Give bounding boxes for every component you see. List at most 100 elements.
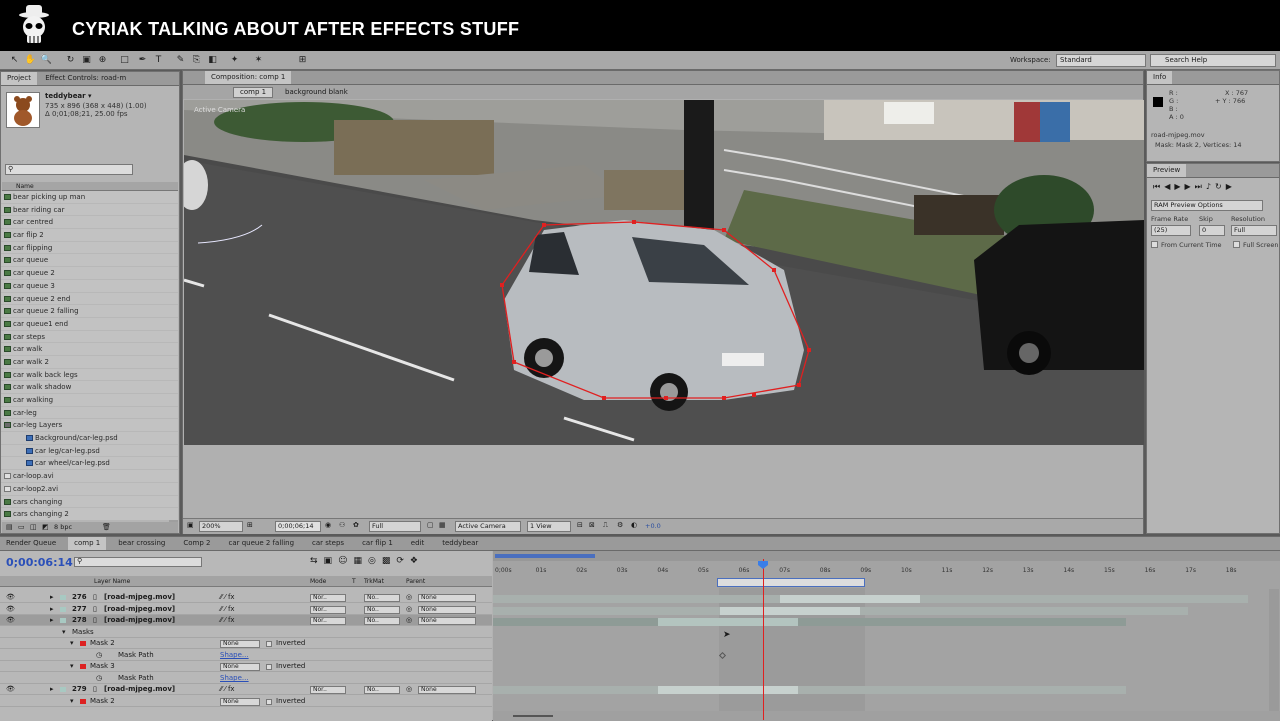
preview-resolution-select[interactable]: Full [1231,225,1277,236]
work-area-range[interactable] [495,554,595,558]
layer-bar-276-highlight[interactable] [780,595,920,603]
label-color-icon[interactable] [60,618,66,623]
expand-triangle-icon[interactable]: ▾ [62,627,66,638]
interpret-footage-icon[interactable]: ▤ [6,523,13,531]
rotate-tool-icon[interactable]: ↻ [64,54,77,67]
project-item[interactable]: car steps [1,331,178,344]
inverted-checkbox[interactable] [266,641,272,647]
timeline-tab[interactable]: teddybear [436,537,484,550]
expand-triangle-icon[interactable]: ▸ [50,592,54,603]
project-item[interactable]: bear riding car [1,204,178,217]
project-item[interactable]: car queue 2 end [1,293,178,306]
breadcrumb-comp-1[interactable]: comp 1 [233,87,274,98]
project-item[interactable]: car-loop.avi [1,470,178,483]
mask-row[interactable]: ▾ Mask 2 None Inverted [0,638,492,650]
first-frame-icon[interactable]: ⏮ [1153,182,1164,191]
project-item[interactable]: car queue1 end [1,318,178,331]
col-t[interactable]: T [352,576,356,587]
mask-tool-icon[interactable]: □ [118,54,131,67]
snapping-icon[interactable]: ⊞ [296,54,309,67]
pan-behind-tool-icon[interactable]: ⊕ [96,54,109,67]
project-item[interactable]: cars changing 2 [1,508,178,520]
layer-switches[interactable]: ⁄⁄ ⁄ fx [220,592,235,603]
col-layer-name[interactable]: Layer Name [94,576,130,587]
camera-select[interactable]: Active Camera [455,521,521,532]
fast-previews-icon[interactable]: ⊠ [589,521,595,529]
stopwatch-icon[interactable]: ◷ [96,650,102,661]
expand-triangle-icon[interactable]: ▸ [50,615,54,626]
layer-row[interactable]: 👁 ▸ 277 ▯ [road-mjpeg.mov] ⁄⁄ ⁄ fx Nor.. No.. ◎ N… [0,604,492,616]
track-matte-select[interactable]: No.. [364,593,400,602]
mask-row[interactable]: ▾ Mask 2 None Inverted [0,696,492,708]
timeline-tab[interactable]: car flip 1 [356,537,399,550]
safe-zones-icon[interactable]: ⊞ [247,521,253,529]
inverted-checkbox[interactable] [266,664,272,670]
motion-blur-icon[interactable]: ◎ [368,556,382,566]
expand-triangle-icon[interactable]: ▸ [50,604,54,615]
tab-effect-controls[interactable]: Effect Controls: road-m [39,72,132,85]
parent-select[interactable]: None [418,605,476,614]
project-item[interactable]: car-leg Layers [1,419,178,433]
previous-frame-icon[interactable]: ◀ [1164,182,1174,191]
timeline-tab[interactable]: edit [405,537,430,550]
layer-bar-278-highlight[interactable] [658,618,798,626]
project-item[interactable]: car walk back legs [1,369,178,382]
layer-name[interactable]: [road-mjpeg.mov] [104,615,175,626]
mute-icon[interactable]: ♪ [1206,182,1215,191]
col-parent[interactable]: Parent [406,576,425,587]
layer-name[interactable]: [road-mjpeg.mov] [104,684,175,695]
project-item[interactable]: car queue 2 falling [1,305,178,318]
trash-icon[interactable]: 🗑 [102,523,111,531]
col-trkmat[interactable]: TrkMat [364,576,384,587]
mask-shape-link[interactable]: Shape... [220,673,249,684]
puppet-tool-icon[interactable]: ✶ [252,54,265,67]
tab-preview[interactable]: Preview [1147,164,1187,177]
timeline-tab[interactable]: Comp 2 [177,537,216,550]
camera-tool-icon[interactable]: ▣ [80,54,93,67]
comp-mini-flowchart-icon[interactable]: ⇆ [310,556,324,566]
expand-triangle-icon[interactable]: ▾ [70,661,74,672]
stopwatch-icon[interactable]: ◷ [96,673,102,684]
mask-mode-select[interactable]: None [220,662,260,671]
parent-select[interactable]: None [418,685,476,694]
ram-preview-options-select[interactable]: RAM Preview Options [1151,200,1263,211]
tab-info[interactable]: Info [1147,71,1173,84]
clone-tool-icon[interactable]: ⎘ [190,54,203,67]
brush-tool-icon[interactable]: ✎ [174,54,187,67]
blend-mode-select[interactable]: Nor.. [310,685,346,694]
project-item[interactable]: car walk 2 [1,356,178,369]
mask-name[interactable]: Mask 2 [90,696,115,707]
project-item[interactable]: car wheel/car-leg.psd [1,457,178,471]
layer-bar-277-highlight[interactable] [720,607,860,615]
layer-switches[interactable]: ⁄⁄ ⁄ fx [220,604,235,615]
layer-bar-279[interactable] [493,686,1126,694]
from-current-time-checkbox[interactable] [1151,241,1158,248]
timeline-search-input[interactable]: ⚲ [74,557,202,567]
mask-row[interactable]: ▾ Mask 3 None Inverted [0,661,492,673]
flowchart-icon[interactable]: ⚙ [617,521,623,529]
transparency-grid-icon[interactable]: ▦ [439,521,446,529]
toggle-pixel-aspect-icon[interactable]: ⊟ [577,521,583,529]
track-matte-select[interactable]: No.. [364,616,400,625]
composition-viewer[interactable]: Active Camera [184,100,1144,445]
inverted-checkbox[interactable] [266,699,272,705]
roto-brush-tool-icon[interactable]: ✦ [228,54,241,67]
project-item[interactable]: car queue 3 [1,280,178,293]
timeline-tab[interactable]: car steps [306,537,350,550]
timeline-tracks[interactable]: 0;00s 01s 02s 03s 04s 05s 06s 07s 08s 09s 10s 11s 12… [493,551,1280,721]
parent-select[interactable]: None [418,593,476,602]
column-name-header[interactable]: Name [2,182,178,191]
layer-row[interactable]: 👁 ▸ 279 ▯ [road-mjpeg.mov] ⁄⁄ ⁄ fx Nor.. No.. ◎ N… [0,684,492,696]
layer-bar-279-highlight[interactable] [658,686,798,694]
visibility-eye-icon[interactable]: 👁 [6,592,15,603]
project-item[interactable]: car leg/car-leg.psd [1,445,178,458]
expand-triangle-icon[interactable]: ▾ [70,638,74,649]
label-color-icon[interactable] [60,607,66,612]
label-color-icon[interactable] [60,595,66,600]
masks-group-row[interactable]: ▾ Masks [0,627,492,639]
visibility-eye-icon[interactable]: 👁 [6,684,15,695]
show-snapshot-icon[interactable]: ⚇ [339,521,345,529]
hand-tool-icon[interactable]: ✋ [24,54,37,67]
frame-blending-icon[interactable]: ▦ [353,556,368,566]
current-time-display[interactable]: 0;00;06;14 [275,521,321,532]
